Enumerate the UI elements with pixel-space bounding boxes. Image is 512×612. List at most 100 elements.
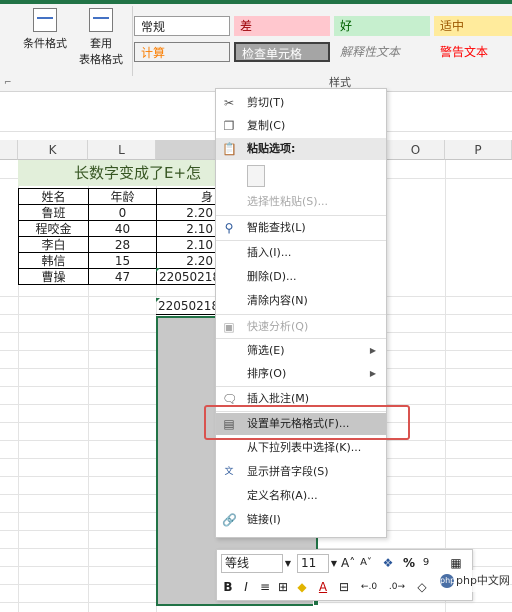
- table-cell[interactable]: 28: [88, 236, 157, 253]
- extra-value-cell[interactable]: 22050218: [156, 298, 216, 315]
- menu-separator: [216, 314, 386, 315]
- menu-item-label: 排序(O): [247, 367, 287, 380]
- percent-button[interactable]: %: [401, 554, 417, 572]
- column-header-o[interactable]: O: [387, 140, 445, 160]
- menu-item-filter[interactable]: 筛选(E) ▶: [216, 340, 386, 362]
- menu-item-phonetic[interactable]: 文 显示拼音字段(S): [216, 461, 386, 483]
- bold-button[interactable]: B: [221, 578, 235, 596]
- style-explanatory[interactable]: 解释性文本: [334, 42, 430, 62]
- table-cell[interactable]: 韩信: [18, 252, 89, 269]
- column-header-p[interactable]: P: [445, 140, 512, 160]
- align-center-icon[interactable]: ≡: [257, 578, 273, 596]
- table-cell[interactable]: 程咬金: [18, 220, 89, 237]
- menu-item-sort[interactable]: 排序(O) ▶: [216, 363, 386, 385]
- menu-item-label: 插入(I)...: [247, 246, 292, 259]
- ribbon: 条件格式 套用 表格格式 常规 差 好 适中 计算 检查单元格 解释性文本 警告…: [0, 0, 512, 92]
- style-warning[interactable]: 警告文本: [434, 42, 512, 62]
- font-color-icon[interactable]: A: [315, 578, 331, 596]
- cell-borders-icon[interactable]: ⊟: [335, 578, 353, 596]
- comment-icon: 🗨: [222, 392, 238, 406]
- table-format-button[interactable]: 套用 表格格式: [72, 8, 130, 74]
- column-header-m[interactable]: [156, 140, 216, 160]
- conditional-format-button[interactable]: 条件格式: [18, 8, 72, 68]
- style-good[interactable]: 好: [334, 16, 430, 36]
- copy-icon: ❐: [223, 119, 235, 133]
- table-format-label-1: 套用: [90, 37, 112, 50]
- corner-header[interactable]: [0, 140, 18, 160]
- table-cell[interactable]: 鲁班: [18, 204, 89, 221]
- borders-icon[interactable]: ⊞: [275, 578, 291, 596]
- fill-color-icon[interactable]: ◆: [293, 578, 311, 596]
- table-header-age[interactable]: 年龄: [88, 188, 157, 205]
- chevron-down-icon[interactable]: ▼: [329, 554, 339, 573]
- column-header-k[interactable]: K: [18, 140, 88, 160]
- table-cell[interactable]: 2.20: [156, 252, 216, 269]
- table-format-icon: [89, 8, 113, 32]
- style-bad[interactable]: 差: [234, 16, 330, 36]
- error-indicator-icon: [156, 298, 160, 302]
- italic-button[interactable]: I: [239, 578, 253, 596]
- menu-item-link[interactable]: 🔗 链接(I): [216, 509, 386, 531]
- table-cell[interactable]: 曹操: [18, 268, 89, 285]
- menu-separator: [216, 240, 386, 241]
- highlight-box: [204, 405, 410, 440]
- menu-item-label: 快速分析(Q): [247, 320, 309, 333]
- decrease-font-icon[interactable]: A˅: [359, 554, 373, 572]
- menu-item-delete[interactable]: 删除(D)...: [216, 266, 386, 288]
- comma-style-icon[interactable]: 9: [419, 554, 433, 572]
- table-header-name[interactable]: 姓名: [18, 188, 89, 205]
- table-cell[interactable]: 40: [88, 220, 157, 237]
- decrease-decimal-icon[interactable]: .0→: [385, 578, 409, 596]
- table-cell[interactable]: 2.10: [156, 220, 216, 237]
- style-neutral[interactable]: 适中: [434, 16, 512, 36]
- eraser-icon[interactable]: ◇: [413, 578, 431, 596]
- context-menu: ✂ 剪切(T) ❐ 复制(C) 📋 粘贴选项: 选择性粘贴(S)... ⚲ 智能…: [215, 88, 387, 538]
- table-header-id[interactable]: 身: [156, 188, 216, 205]
- column-header-l[interactable]: L: [88, 140, 156, 160]
- php-logo-icon: php: [440, 574, 455, 588]
- menu-item-quick-analysis[interactable]: ▣ 快速分析(Q): [216, 316, 386, 338]
- menu-section-paste-options: 📋 粘贴选项:: [216, 138, 386, 160]
- menu-item-smart-lookup[interactable]: ⚲ 智能查找(L): [216, 217, 386, 239]
- menu-item-paste-special[interactable]: 选择性粘贴(S)...: [216, 191, 386, 213]
- menu-item-label: 选择性粘贴(S)...: [247, 195, 329, 208]
- table-cell[interactable]: 李白: [18, 236, 89, 253]
- table-format-label-2: 表格格式: [79, 53, 123, 66]
- menu-item-label: 粘贴选项:: [247, 142, 296, 155]
- table-cell[interactable]: 0: [88, 204, 157, 221]
- table-cell[interactable]: 2.20: [156, 204, 216, 221]
- menu-item-label: 筛选(E): [247, 344, 285, 357]
- menu-item-label: 复制(C): [247, 119, 286, 132]
- watermark-text: php中文网: [456, 574, 510, 587]
- table-cell[interactable]: 2.10: [156, 236, 216, 253]
- menu-item-pick-from-list[interactable]: 从下拉列表中选择(K)...: [216, 437, 386, 459]
- menu-item-clear-contents[interactable]: 清除内容(N): [216, 290, 386, 312]
- style-calculation[interactable]: 计算: [134, 42, 230, 62]
- paste-icon[interactable]: [247, 165, 265, 187]
- submenu-arrow-icon: ▶: [369, 369, 376, 378]
- increase-decimal-icon[interactable]: ←.0: [357, 578, 381, 596]
- font-name-field[interactable]: 等线: [221, 554, 283, 573]
- style-check-cell[interactable]: 检查单元格: [234, 42, 330, 62]
- chevron-down-icon[interactable]: ▼: [283, 554, 293, 573]
- menu-item-define-name[interactable]: 定义名称(A)...: [216, 485, 386, 507]
- dialog-launcher-icon[interactable]: ⌐: [4, 78, 12, 88]
- table-cell[interactable]: 22050218: [156, 268, 220, 285]
- table-cell[interactable]: 47: [88, 268, 157, 285]
- menu-item-cut[interactable]: ✂ 剪切(T): [216, 92, 386, 114]
- link-icon: 🔗: [222, 513, 237, 527]
- currency-format-icon[interactable]: ❖: [379, 554, 397, 572]
- sheet-title-cell[interactable]: 长数字变成了E+怎: [18, 160, 216, 186]
- menu-separator: [216, 338, 386, 339]
- menu-item-label: 链接(I): [247, 513, 281, 526]
- menu-item-label: 从下拉列表中选择(K)...: [247, 441, 362, 454]
- style-normal[interactable]: 常规: [134, 16, 230, 36]
- font-size-value: 11: [301, 556, 317, 570]
- menu-item-copy[interactable]: ❐ 复制(C): [216, 115, 386, 137]
- menu-item-insert[interactable]: 插入(I)...: [216, 242, 386, 264]
- menu-item-label: 剪切(T): [247, 96, 285, 109]
- menu-item-label: 定义名称(A)...: [247, 489, 318, 502]
- increase-font-icon[interactable]: A˄: [341, 554, 355, 572]
- table-cell[interactable]: 15: [88, 252, 157, 269]
- font-size-field[interactable]: 11: [297, 554, 329, 573]
